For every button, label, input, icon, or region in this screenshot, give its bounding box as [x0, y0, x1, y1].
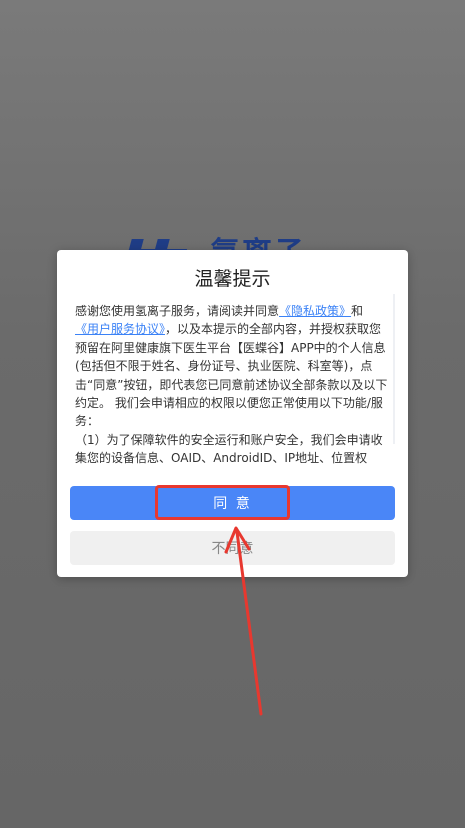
annotation-arrow-icon — [224, 526, 263, 716]
